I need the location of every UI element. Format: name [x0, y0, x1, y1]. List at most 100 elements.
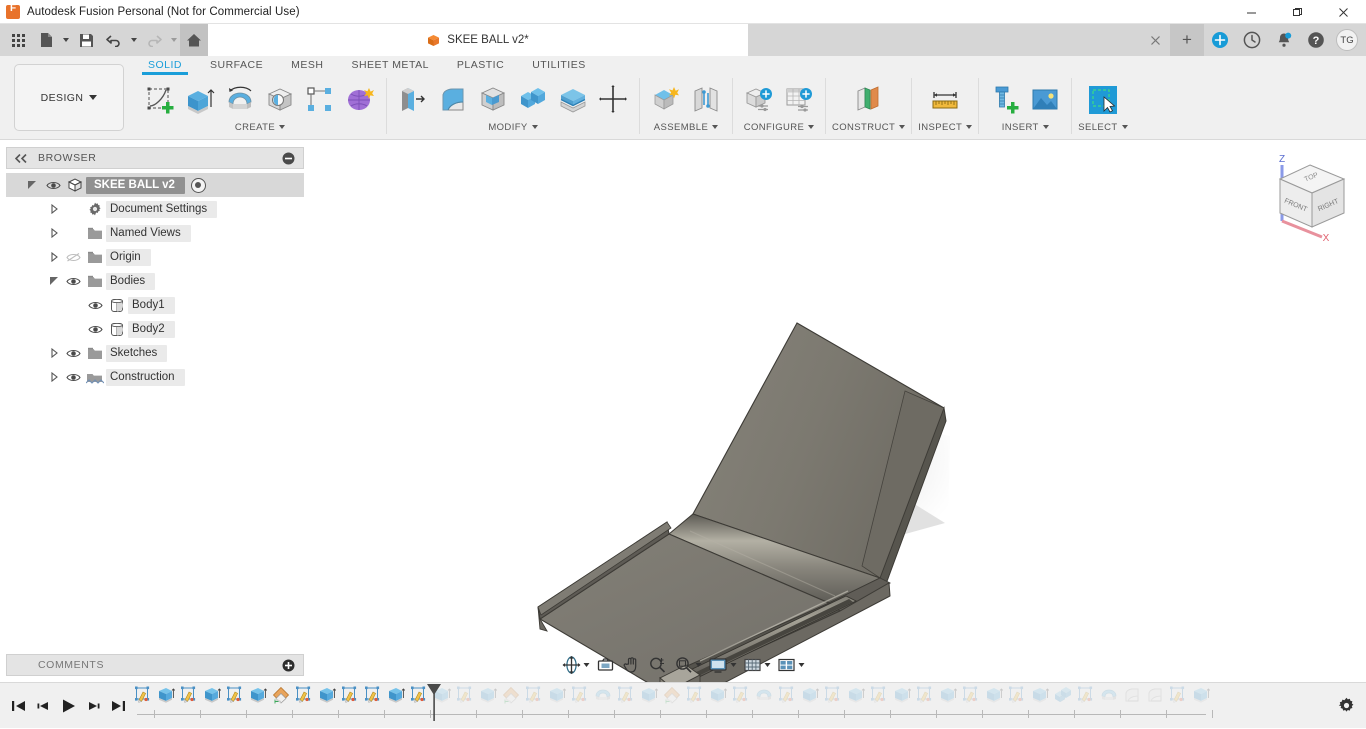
hole-icon[interactable]: [260, 79, 300, 121]
avatar[interactable]: TG: [1336, 29, 1358, 51]
form-icon[interactable]: [340, 79, 380, 121]
zoom-icon[interactable]: [645, 652, 671, 678]
new-component-icon[interactable]: [646, 79, 686, 121]
comments-panel[interactable]: COMMENTS: [6, 654, 304, 676]
panel-label[interactable]: INSERT: [1002, 120, 1049, 134]
eye-visible-icon[interactable]: [62, 348, 84, 359]
viewports-icon[interactable]: [774, 652, 808, 678]
panel-label[interactable]: CREATE: [235, 120, 285, 134]
view-cube[interactable]: Z X TOP FRONT RIGHT: [1260, 149, 1360, 245]
orbit-icon[interactable]: [559, 652, 593, 678]
redo-icon[interactable]: [140, 24, 168, 56]
go-to-end-button[interactable]: [106, 689, 131, 723]
ribbon-tab-sheet-metal[interactable]: SHEET METAL: [337, 59, 442, 71]
pan-icon[interactable]: [619, 652, 645, 678]
ribbon-tab-surface[interactable]: SURFACE: [196, 59, 277, 71]
browser-collapse-arrows-icon[interactable]: [15, 154, 28, 163]
play-button[interactable]: [56, 689, 81, 723]
create-sketch-icon[interactable]: [140, 79, 180, 121]
eye-visible-icon[interactable]: [42, 180, 64, 191]
browser-row-selected[interactable]: SKEE BALL v2: [6, 173, 304, 197]
ribbon-tab-solid[interactable]: SOLID: [134, 59, 196, 71]
panel-label[interactable]: CONSTRUCT: [832, 120, 905, 134]
new-file-caret-icon[interactable]: [60, 24, 72, 56]
eye-visible-icon[interactable]: [62, 276, 84, 287]
app-grid-icon[interactable]: [4, 24, 32, 56]
browser-row[interactable]: Sketches: [6, 341, 304, 365]
configure-design-icon[interactable]: [739, 79, 779, 121]
minimize-button[interactable]: [1228, 0, 1274, 24]
display-settings-icon[interactable]: [705, 652, 740, 678]
document-tab[interactable]: SKEE BALL v2*: [208, 24, 748, 56]
expand-arrow-right-icon[interactable]: [46, 348, 62, 358]
timeline-track[interactable]: [131, 683, 1326, 729]
expand-arrow-down-icon[interactable]: [24, 180, 40, 190]
expand-arrow-right-icon[interactable]: [46, 204, 62, 214]
look-at-icon[interactable]: [593, 652, 619, 678]
press-pull-icon[interactable]: [393, 79, 433, 121]
extensions-icon[interactable]: [1204, 24, 1236, 56]
browser-header[interactable]: BROWSER: [6, 147, 304, 169]
expand-arrow-right-icon[interactable]: [46, 372, 62, 382]
timeline-marker[interactable]: [426, 683, 442, 723]
save-icon[interactable]: [72, 24, 100, 56]
eye-visible-icon[interactable]: [84, 324, 106, 335]
browser-row[interactable]: Body1: [6, 293, 304, 317]
browser-row[interactable]: Bodies: [6, 269, 304, 293]
step-forward-button[interactable]: [81, 689, 106, 723]
activate-component-button[interactable]: [191, 178, 206, 193]
split-face-icon[interactable]: [553, 79, 593, 121]
eye-visible-icon[interactable]: [84, 300, 106, 311]
ribbon-tab-mesh[interactable]: MESH: [277, 59, 337, 71]
timeline-settings-icon[interactable]: [1326, 697, 1366, 714]
browser-row[interactable]: Named Views: [6, 221, 304, 245]
undo-caret-icon[interactable]: [128, 24, 140, 56]
measure-icon[interactable]: [925, 79, 965, 121]
eye-hidden-icon[interactable]: [62, 252, 84, 263]
joint-icon[interactable]: [686, 79, 726, 121]
workspace-switcher[interactable]: DESIGN: [14, 64, 124, 131]
revolve-icon[interactable]: [220, 79, 260, 121]
viewports-caret-icon[interactable]: [799, 663, 805, 667]
offset-plane-icon[interactable]: [849, 79, 889, 121]
ribbon-tab-utilities[interactable]: UTILITIES: [518, 59, 600, 71]
help-icon[interactable]: ?: [1300, 24, 1332, 56]
browser-minimize-icon[interactable]: [282, 152, 295, 165]
panel-label[interactable]: CONFIGURE: [744, 120, 815, 134]
ribbon-tab-plastic[interactable]: PLASTIC: [443, 59, 518, 71]
home-icon[interactable]: [180, 24, 208, 56]
browser-row[interactable]: Body2: [6, 317, 304, 341]
browser-row[interactable]: Origin: [6, 245, 304, 269]
go-to-start-button[interactable]: [6, 689, 31, 723]
move-copy-icon[interactable]: [593, 79, 633, 121]
panel-label[interactable]: INSPECT: [918, 120, 972, 134]
recent-icon[interactable]: [1236, 24, 1268, 56]
redo-caret-icon[interactable]: [168, 24, 180, 56]
expand-arrow-down-icon[interactable]: [46, 276, 62, 286]
maximize-button[interactable]: [1274, 0, 1320, 24]
rectangular-pattern-icon[interactable]: [300, 79, 340, 121]
panel-label[interactable]: ASSEMBLE: [654, 120, 718, 134]
add-comment-icon[interactable]: [282, 659, 295, 672]
orbit-caret-icon[interactable]: [584, 663, 590, 667]
extrude-icon[interactable]: [180, 79, 220, 121]
eye-visible-icon[interactable]: [62, 372, 84, 383]
zoom-window-icon[interactable]: [671, 652, 705, 678]
grid-snaps-caret-icon[interactable]: [765, 663, 771, 667]
browser-row[interactable]: Construction: [6, 365, 304, 389]
notifications-icon[interactable]: [1268, 24, 1300, 56]
new-document-tab-button[interactable]: +: [1170, 24, 1204, 56]
panel-label[interactable]: SELECT: [1078, 120, 1127, 134]
zoom-window-caret-icon[interactable]: [696, 663, 702, 667]
close-button[interactable]: [1320, 0, 1366, 24]
insert-mcmaster-icon[interactable]: [985, 79, 1025, 121]
shell-icon[interactable]: [473, 79, 513, 121]
step-back-button[interactable]: [31, 689, 56, 723]
fillet-icon[interactable]: [433, 79, 473, 121]
grid-snaps-icon[interactable]: [740, 652, 774, 678]
panel-label[interactable]: MODIFY: [488, 120, 537, 134]
expand-arrow-right-icon[interactable]: [46, 228, 62, 238]
combine-icon[interactable]: [513, 79, 553, 121]
new-file-icon[interactable]: [32, 24, 60, 56]
insert-canvas-icon[interactable]: [1025, 79, 1065, 121]
